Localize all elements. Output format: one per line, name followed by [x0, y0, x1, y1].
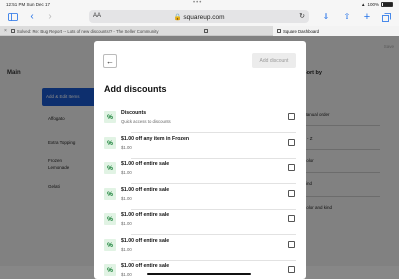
new-tab-icon[interactable]: + — [362, 11, 372, 23]
percent-icon: % — [104, 264, 116, 276]
percent-icon: % — [104, 213, 116, 225]
status-right: ▲ 100% — [361, 1, 393, 7]
discount-row[interactable]: % $1.00 off any item in Frozen $1.00 — [104, 133, 296, 159]
percent-icon: % — [104, 188, 116, 200]
discount-subtitle: $1.00 — [121, 247, 132, 252]
download-icon[interactable]: ⇓ — [321, 11, 331, 23]
tab-seller-community[interactable]: × Solved: Re: Bug Report -- Lots of new … — [0, 26, 200, 36]
discount-title: $1.00 off entire sale — [121, 263, 170, 269]
tab-square-blank[interactable] — [200, 26, 273, 36]
discount-subtitle: $1.00 — [121, 221, 132, 226]
sidebar-icon[interactable] — [7, 11, 19, 23]
tab-overview-icon[interactable] — [381, 11, 391, 23]
lock-icon: 🔒 — [173, 13, 182, 21]
discount-row[interactable]: % $1.00 off entire sale $1.00 — [104, 260, 296, 279]
discount-row[interactable]: % $1.00 off entire sale $1.00 — [104, 184, 296, 210]
percent-icon: % — [104, 162, 116, 174]
add-discount-button[interactable]: Add discount — [252, 53, 296, 68]
tab-label: Square Dashboard — [283, 28, 320, 34]
discount-checkbox[interactable] — [288, 113, 295, 120]
status-bar: 12:51 PM Sun Dec 17 ••• ▲ 100% — [0, 0, 399, 8]
discount-checkbox[interactable] — [288, 164, 295, 171]
discount-row[interactable]: % $1.00 off entire sale $1.00 — [104, 235, 296, 261]
reload-icon[interactable]: ↻ — [299, 12, 305, 20]
discount-title: $1.00 off entire sale — [121, 212, 170, 218]
share-icon[interactable]: ⇧ — [342, 11, 352, 23]
square-favicon-icon — [277, 29, 281, 33]
modal-title: Add discounts — [104, 84, 167, 94]
discount-row[interactable]: % Discounts Quick access to discounts — [104, 107, 296, 133]
add-discounts-modal: ← Add discount Add discounts % Discounts… — [94, 41, 306, 279]
forward-icon[interactable]: › — [45, 11, 55, 23]
back-icon[interactable]: ‹ — [27, 11, 37, 23]
arrow-left-icon: ← — [106, 56, 114, 66]
percent-icon: % — [104, 239, 116, 251]
discount-checkbox[interactable] — [288, 241, 295, 248]
address-bar[interactable]: AA 🔒 squareup.com ↻ — [89, 10, 309, 23]
multitask-dots[interactable]: ••• — [193, 0, 202, 6]
battery-icon — [381, 1, 393, 7]
square-favicon-icon — [204, 29, 208, 33]
discount-subtitle: $1.00 — [121, 272, 132, 277]
favicon-icon — [10, 29, 15, 33]
discount-row[interactable]: % $1.00 off entire sale $1.00 — [104, 209, 296, 235]
battery-percent: 100% — [367, 1, 379, 7]
status-time-date: 12:51 PM Sun Dec 17 — [6, 1, 51, 7]
home-indicator[interactable] — [147, 273, 251, 275]
url-text: 🔒 squareup.com — [173, 13, 225, 21]
discount-checkbox[interactable] — [288, 266, 295, 273]
discount-title: $1.00 off any item in Frozen — [121, 136, 190, 142]
wifi-icon: ▲ — [361, 1, 366, 7]
percent-icon: % — [104, 137, 116, 149]
discount-subtitle: $1.00 — [121, 145, 132, 150]
discount-subtitle: $1.00 — [121, 170, 132, 175]
discount-subtitle: Quick access to discounts — [121, 119, 171, 124]
discount-checkbox[interactable] — [288, 190, 295, 197]
discount-title: $1.00 off entire sale — [121, 161, 170, 167]
back-button[interactable]: ← — [103, 54, 117, 68]
discount-checkbox[interactable] — [288, 139, 295, 146]
discount-checkbox[interactable] — [288, 215, 295, 222]
tab-bar: × Solved: Re: Bug Report -- Lots of new … — [0, 26, 399, 36]
discount-title: Discounts — [121, 110, 147, 116]
browser-toolbar: ‹ › AA 🔒 squareup.com ↻ ⇓ ⇧ + — [0, 8, 399, 26]
percent-icon: % — [104, 111, 116, 123]
discount-row[interactable]: % $1.00 off entire sale $1.00 — [104, 158, 296, 184]
discount-subtitle: $1.00 — [121, 196, 132, 201]
close-tab-icon[interactable]: × — [4, 28, 7, 34]
tab-label: Solved: Re: Bug Report -- Lots of new di… — [16, 28, 159, 34]
discount-title: $1.00 off entire sale — [121, 238, 170, 244]
discount-title: $1.00 off entire sale — [121, 187, 170, 193]
tab-square-dashboard[interactable]: Square Dashboard — [273, 26, 399, 36]
